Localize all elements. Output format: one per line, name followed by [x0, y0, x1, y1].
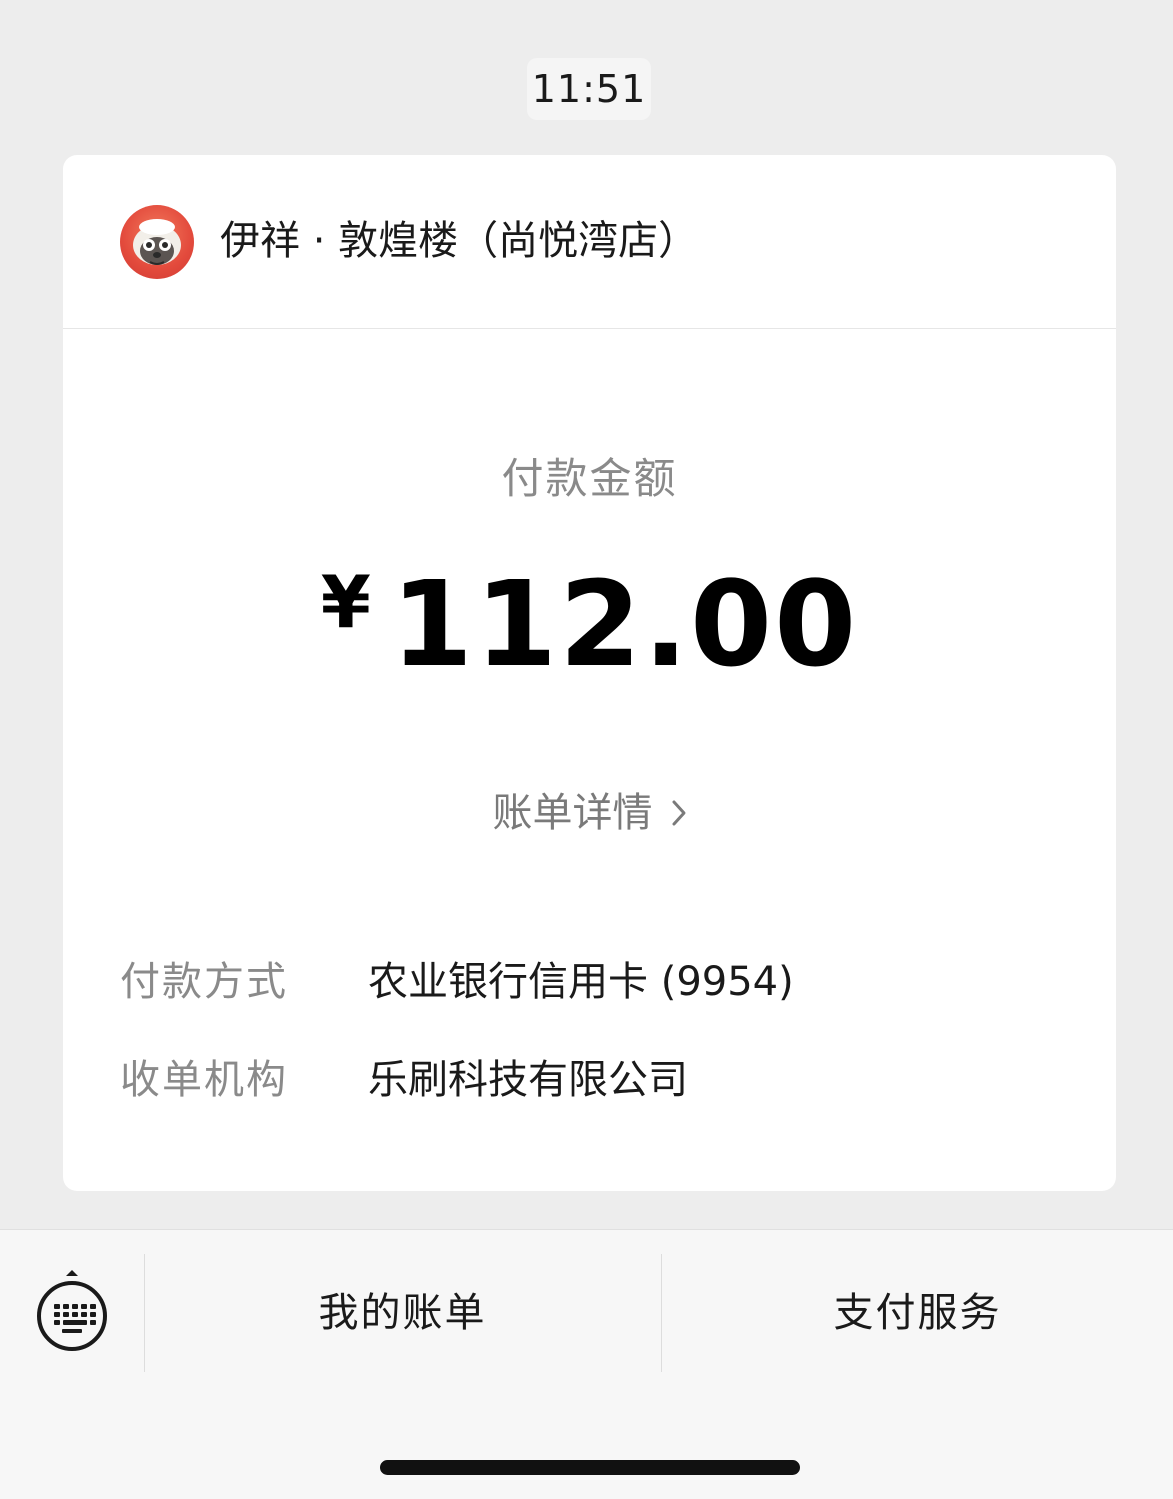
payment-services-button[interactable]: 支付服务 — [662, 1254, 1173, 1372]
acquirer-value: 乐刷科技有限公司 — [368, 1057, 688, 1103]
my-bills-button[interactable]: 我的账单 — [145, 1254, 660, 1372]
payment-amount-label: 付款金额 — [501, 454, 678, 503]
acquirer-label: 收单机构 — [120, 1057, 288, 1103]
bill-details-link[interactable]: 账单详情 — [63, 780, 1116, 838]
merchant-header[interactable]: 伊祥 · 敦煌楼（尚悦湾店） — [63, 155, 1116, 329]
payment-method-row: 付款方式 农业银行信用卡 (9954) — [120, 952, 1080, 1012]
payment-amount: ¥112.00 — [63, 555, 1116, 693]
currency-symbol: ¥ — [320, 560, 371, 644]
payment-method-label: 付款方式 — [120, 959, 288, 1005]
payment-method-value: 农业银行信用卡 (9954) — [368, 959, 794, 1005]
bottom-menu-bar: 我的账单 支付服务 — [0, 1229, 1173, 1499]
chevron-right-icon — [671, 792, 687, 838]
message-timestamp: 11:51 — [527, 58, 651, 120]
amount-value: 112.00 — [390, 555, 859, 693]
merchant-avatar-icon[interactable] — [120, 205, 194, 279]
chat-screen: 11:51 伊祥 · 敦煌楼（尚悦湾店） 付款金额 ¥112.00 账单详情 付… — [0, 0, 1173, 1499]
acquirer-row: 收单机构 乐刷科技有限公司 — [120, 1050, 1080, 1110]
merchant-name[interactable]: 伊祥 · 敦煌楼（尚悦湾店） — [220, 211, 698, 271]
payment-notification-card[interactable]: 伊祥 · 敦煌楼（尚悦湾店） 付款金额 ¥112.00 账单详情 付款方式 农业… — [63, 155, 1116, 1191]
bill-details-label: 账单详情 — [492, 790, 653, 836]
home-indicator[interactable] — [380, 1460, 800, 1475]
keyboard-icon[interactable] — [30, 1268, 114, 1364]
